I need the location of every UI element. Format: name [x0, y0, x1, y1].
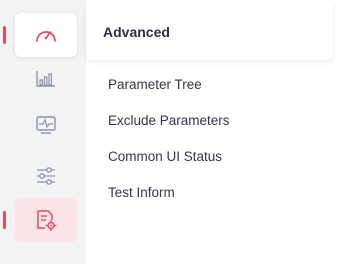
- speedometer-icon: [34, 25, 58, 45]
- sidebar-item-advanced[interactable]: [3, 198, 77, 242]
- active-indicator: [3, 26, 6, 44]
- sidebar-item-dashboard[interactable]: [3, 13, 77, 57]
- menu-item-exclude-parameters[interactable]: Exclude Parameters: [108, 113, 230, 128]
- document-settings-icon: [34, 208, 58, 232]
- panel-title: Advanced: [103, 24, 170, 40]
- sidebar-rail: [0, 0, 82, 264]
- menu-item-parameter-tree[interactable]: Parameter Tree: [108, 77, 202, 92]
- sidebar-item-monitor[interactable]: [15, 103, 77, 147]
- sidebar-item-charts[interactable]: [15, 57, 77, 101]
- active-indicator: [3, 211, 6, 229]
- advanced-menu-panel: Advanced Parameter Tree Exclude Paramete…: [86, 0, 347, 264]
- menu-item-common-ui-status[interactable]: Common UI Status: [108, 149, 222, 164]
- sidebar-item-settings[interactable]: [15, 154, 77, 198]
- panel-header: Advanced: [86, 0, 333, 60]
- sliders-icon: [35, 165, 57, 187]
- activity-monitor-icon: [35, 115, 57, 135]
- menu-item-test-inform[interactable]: Test Inform: [108, 185, 175, 200]
- bar-chart-icon: [35, 69, 57, 89]
